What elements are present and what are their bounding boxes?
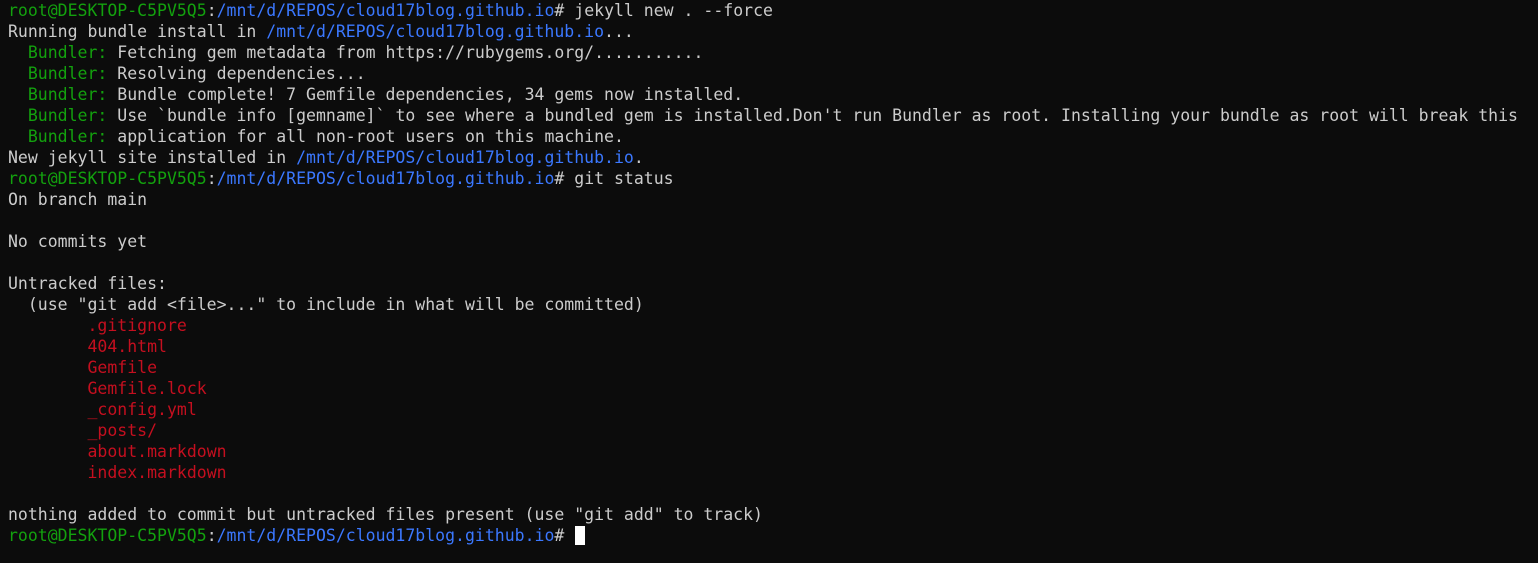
untracked-file-name: about.markdown <box>87 442 227 461</box>
bundler-label: Bundler: <box>27 85 108 104</box>
untracked-file-name: Gemfile.lock <box>87 379 207 398</box>
output-text: Untracked files: <box>8 274 167 293</box>
prompt-symbol: # <box>554 1 575 20</box>
prompt-user-host: root@DESKTOP-C5PV5Q5 <box>8 526 207 545</box>
command-text: jekyll new . --force <box>574 1 773 20</box>
untracked-file-name: _config.yml <box>87 400 197 419</box>
bundler-output-line: Bundler: Resolving dependencies... <box>8 63 1538 84</box>
output-line: (use "git add <file>..." to include in w… <box>8 294 1538 315</box>
untracked-file-name: .gitignore <box>87 316 187 335</box>
output-line: On branch main <box>8 189 1538 210</box>
prompt-line: root@DESKTOP-C5PV5Q5:/mnt/d/REPOS/cloud1… <box>8 525 1538 546</box>
bundler-output-line: Bundler: Use `bundle info [gemname]` to … <box>8 105 1538 126</box>
prompt-symbol: # <box>554 169 575 188</box>
prompt-separator: : <box>206 1 217 20</box>
output-suffix: ... <box>604 22 634 41</box>
untracked-file-line: Gemfile.lock <box>8 378 1538 399</box>
untracked-file-line: .gitignore <box>8 315 1538 336</box>
bundler-label: Bundler: <box>27 127 108 146</box>
prompt-path: /mnt/d/REPOS/cloud17blog.github.io <box>216 526 555 545</box>
untracked-file-line: Gemfile <box>8 357 1538 378</box>
bundler-label: Bundler: <box>27 106 108 125</box>
output-text: nothing added to commit but untracked fi… <box>8 505 763 524</box>
output-prefix: New jekyll site installed in <box>8 148 297 167</box>
output-line: Running bundle install in /mnt/d/REPOS/c… <box>8 21 1538 42</box>
output-line: New jekyll site installed in /mnt/d/REPO… <box>8 147 1538 168</box>
prompt-line: root@DESKTOP-C5PV5Q5:/mnt/d/REPOS/cloud1… <box>8 0 1538 21</box>
untracked-file-line: about.markdown <box>8 441 1538 462</box>
prompt-separator: : <box>206 169 217 188</box>
untracked-file-line: _config.yml <box>8 399 1538 420</box>
output-text: On branch main <box>8 190 148 209</box>
untracked-file-name: 404.html <box>87 337 167 356</box>
untracked-file-name: index.markdown <box>87 463 227 482</box>
output-prefix: Running bundle install in <box>8 22 267 41</box>
bundler-output-line: Bundler: application for all non-root us… <box>8 126 1538 147</box>
output-line: No commits yet <box>8 231 1538 252</box>
prompt-user-host: root@DESKTOP-C5PV5Q5 <box>8 1 207 20</box>
prompt-user-host: root@DESKTOP-C5PV5Q5 <box>8 169 207 188</box>
bundler-output-line: Bundler: Bundle complete! 7 Gemfile depe… <box>8 84 1538 105</box>
output-path: /mnt/d/REPOS/cloud17blog.github.io <box>266 22 605 41</box>
output-text: No commits yet <box>8 232 148 251</box>
bundler-message: Fetching gem metadata from https://rubyg… <box>107 43 704 62</box>
output-path: /mnt/d/REPOS/cloud17blog.github.io <box>296 148 634 167</box>
prompt-separator: : <box>206 526 217 545</box>
bundler-label: Bundler: <box>27 64 108 83</box>
prompt-path: /mnt/d/REPOS/cloud17blog.github.io <box>216 1 555 20</box>
text-cursor <box>575 526 586 545</box>
output-line: Untracked files: <box>8 273 1538 294</box>
bundler-message: application for all non-root users on th… <box>107 127 624 146</box>
untracked-file-line: index.markdown <box>8 462 1538 483</box>
bundler-message: Bundle complete! 7 Gemfile dependencies,… <box>107 85 744 104</box>
untracked-file-line: 404.html <box>8 336 1538 357</box>
bundler-output-line: Bundler: Fetching gem metadata from http… <box>8 42 1538 63</box>
prompt-path: /mnt/d/REPOS/cloud17blog.github.io <box>216 169 555 188</box>
bundler-message: Use `bundle info [gemname]` to see where… <box>107 106 1518 125</box>
command-text: git status <box>574 169 674 188</box>
prompt-symbol: # <box>554 526 575 545</box>
output-text: (use "git add <file>..." to include in w… <box>8 295 644 314</box>
terminal-window[interactable]: root@DESKTOP-C5PV5Q5:/mnt/d/REPOS/cloud1… <box>8 0 1538 563</box>
untracked-file-name: _posts/ <box>87 421 158 440</box>
bundler-label: Bundler: <box>27 43 108 62</box>
untracked-file-name: Gemfile <box>87 358 158 377</box>
untracked-file-line: _posts/ <box>8 420 1538 441</box>
bundler-message: Resolving dependencies... <box>107 64 366 83</box>
output-line: nothing added to commit but untracked fi… <box>8 504 1538 525</box>
output-suffix: . <box>633 148 644 167</box>
prompt-line: root@DESKTOP-C5PV5Q5:/mnt/d/REPOS/cloud1… <box>8 168 1538 189</box>
